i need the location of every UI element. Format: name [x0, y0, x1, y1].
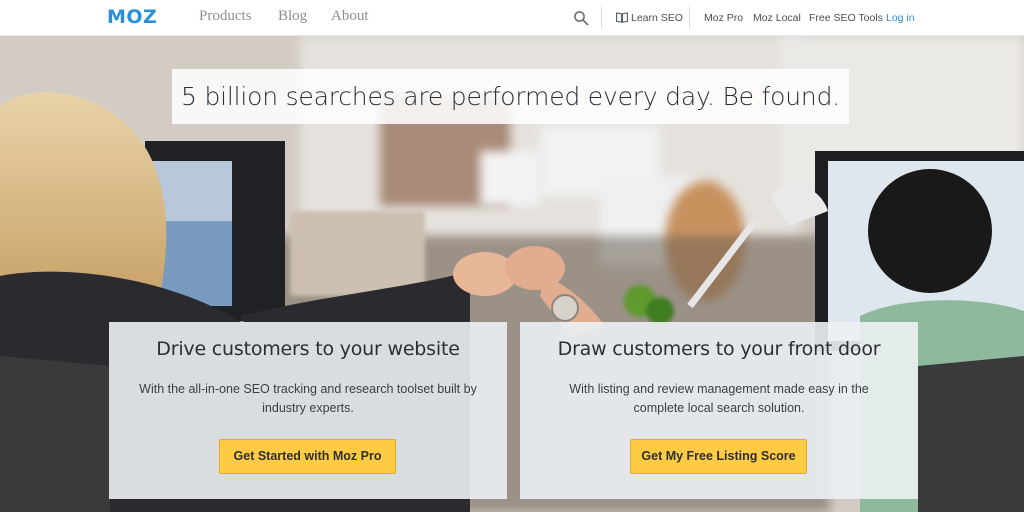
card-description: With the all-in-one SEO tracking and res…	[139, 382, 477, 415]
nav-products[interactable]: Products	[199, 8, 252, 25]
card-title: Draw customers to your front door	[557, 338, 881, 360]
nav-blog[interactable]: Blog	[278, 8, 307, 25]
card-title: Drive customers to your website	[156, 338, 460, 360]
nav-moz-local[interactable]: Moz Local	[753, 12, 801, 24]
nav-learn-seo[interactable]: Learn SEO	[631, 12, 683, 24]
moz-pro-card: Drive customers to your website With the…	[109, 322, 507, 499]
moz-logo[interactable]: MOZ	[107, 6, 167, 28]
book-icon	[616, 12, 628, 23]
get-started-moz-pro-button[interactable]: Get Started with Moz Pro	[219, 439, 396, 474]
hero-section: 5 billion searches are performed every d…	[0, 36, 1024, 512]
headline-banner: 5 billion searches are performed every d…	[172, 69, 849, 124]
hero-headline: 5 billion searches are performed every d…	[181, 82, 840, 111]
card-description: With listing and review management made …	[569, 382, 869, 415]
nav-divider	[601, 7, 602, 29]
top-nav: MOZ Products Blog About Learn SEO Moz Pr…	[0, 0, 1024, 36]
nav-moz-pro[interactable]: Moz Pro	[704, 12, 743, 24]
nav-divider	[689, 7, 690, 29]
nav-login[interactable]: Log in	[886, 12, 915, 24]
search-icon[interactable]	[573, 10, 589, 26]
moz-local-card: Draw customers to your front door With l…	[520, 322, 918, 499]
nav-about[interactable]: About	[331, 8, 369, 25]
nav-free-seo-tools[interactable]: Free SEO Tools	[809, 12, 883, 24]
free-listing-score-button[interactable]: Get My Free Listing Score	[630, 439, 807, 474]
